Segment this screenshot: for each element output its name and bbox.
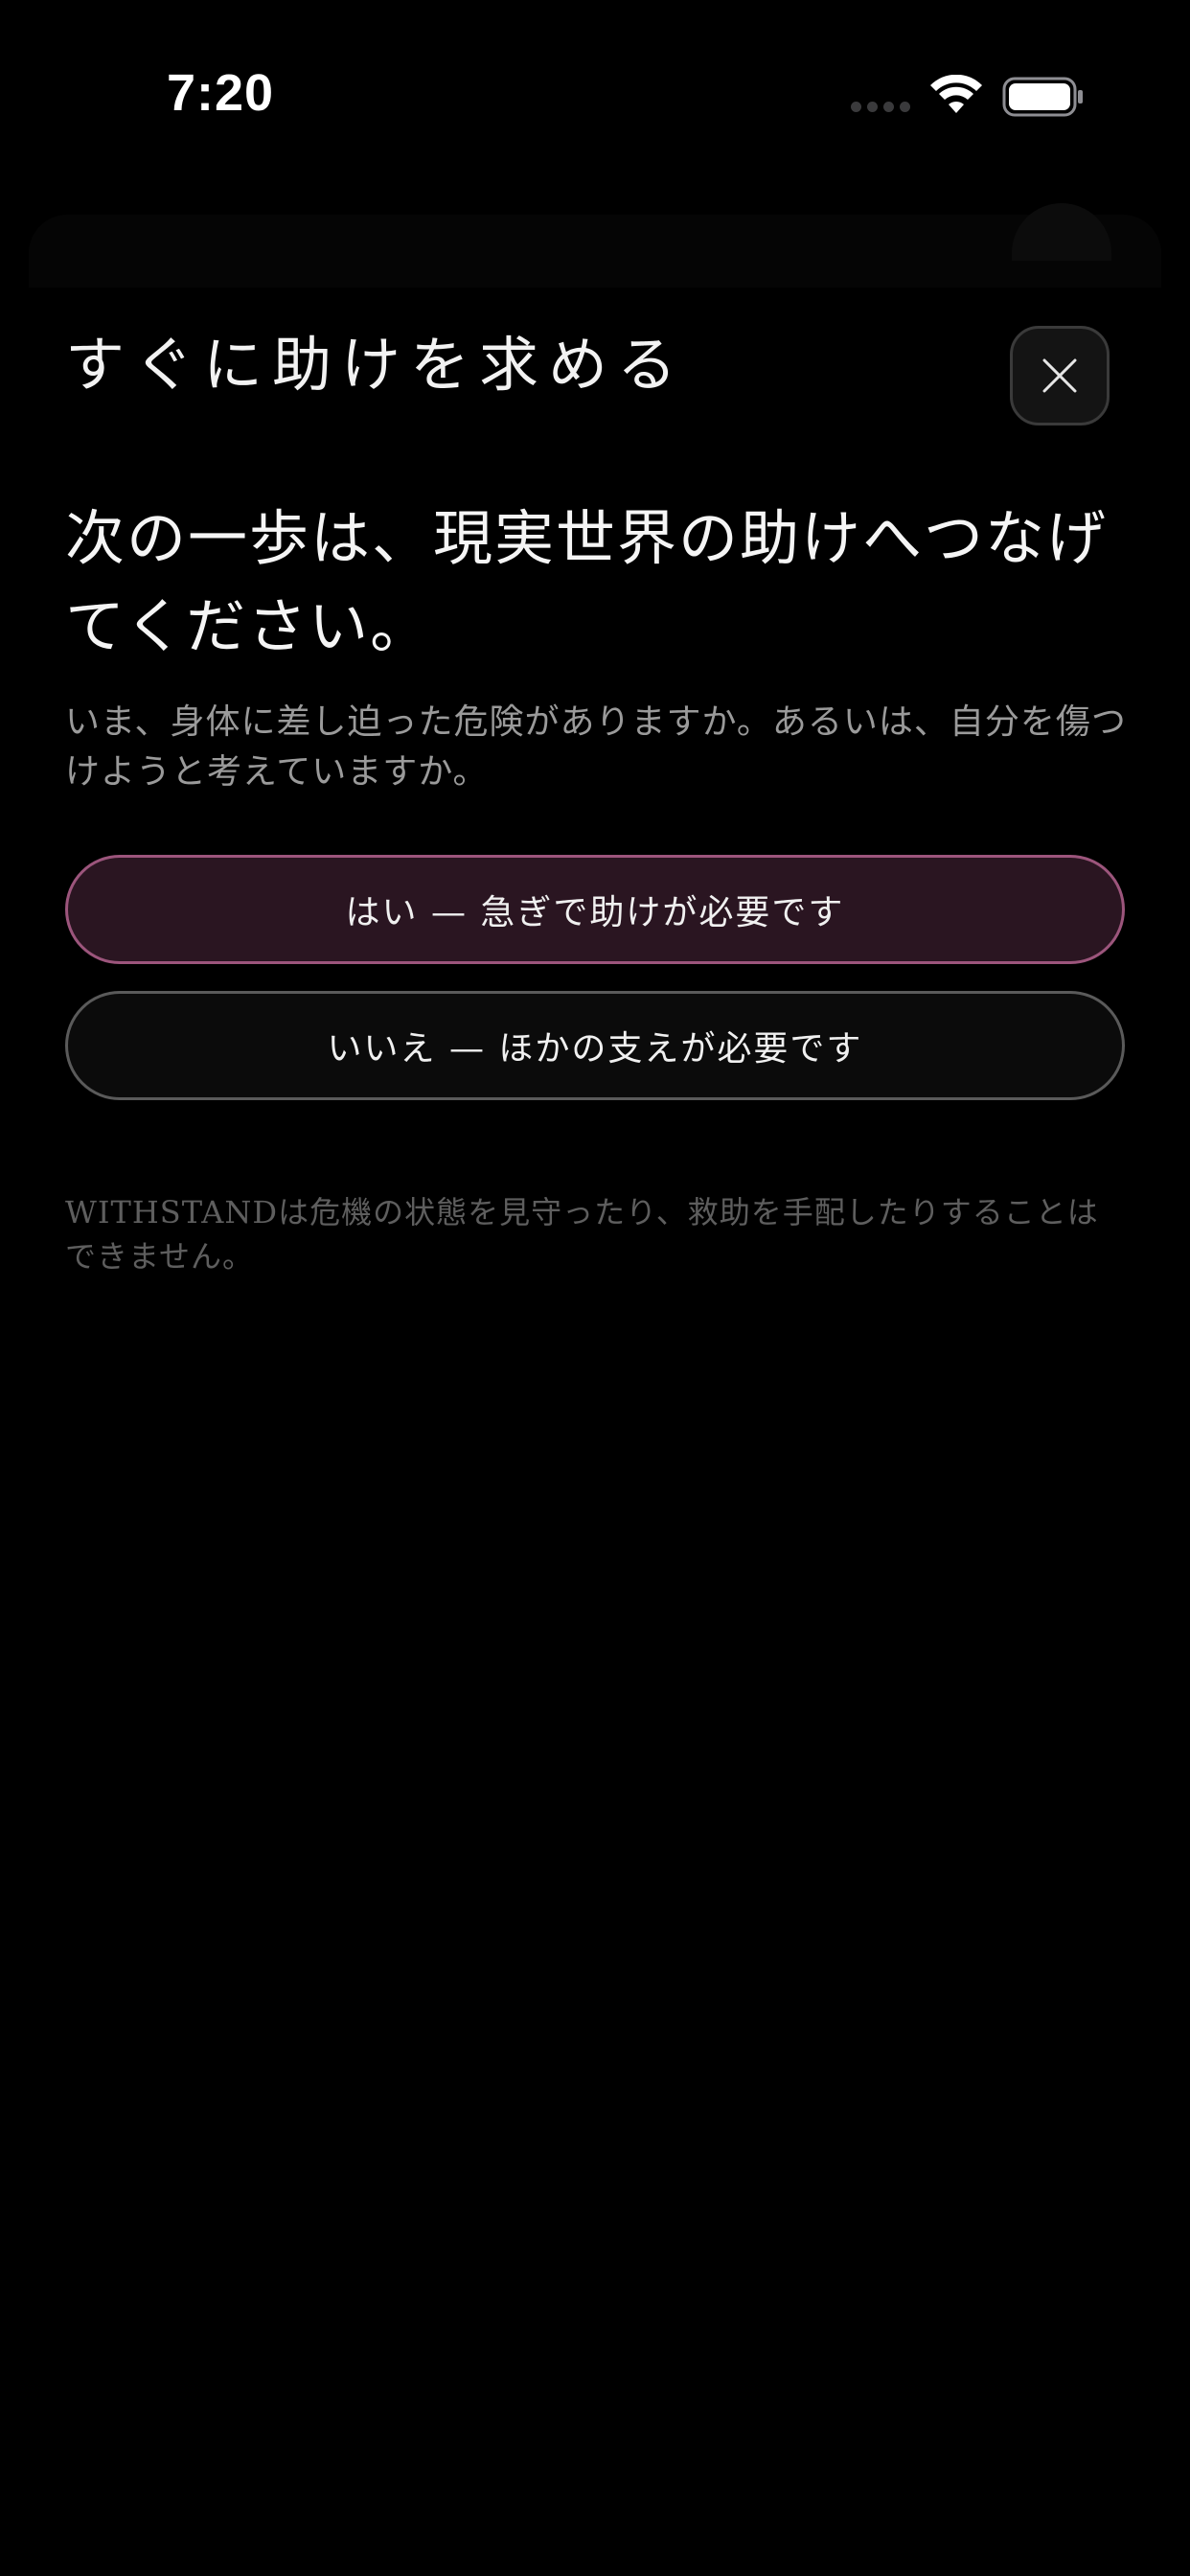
no-other-support-button[interactable]: いいえ — ほかの支えが必要です (65, 991, 1125, 1100)
status-bar: 7:20 (0, 0, 1190, 192)
yes-urgent-help-button[interactable]: はい — 急ぎで助けが必要です (65, 855, 1125, 964)
get-help-modal: すぐに助けを求める 次の一歩は、現実世界の助けへつなげてください。 いま、身体に… (0, 288, 1190, 2576)
headline: 次の一歩は、現実世界の助けへつなげてください。 (65, 503, 1109, 661)
danger-question: いま、身体に差し迫った危険がありますか。あるいは、自分を傷つけようと考えています… (65, 702, 1127, 792)
disclaimer-text: WITHSTANDは危機の状態を見守ったり、救助を手配したりすることはできません… (65, 1194, 1099, 1275)
background-sheet-button (1012, 203, 1111, 261)
battery-icon (1002, 77, 1083, 117)
status-time: 7:20 (167, 64, 275, 122)
wifi-icon (930, 75, 982, 113)
signal-dots-icon (851, 102, 910, 112)
close-button[interactable] (1010, 326, 1110, 426)
modal-title: すぐに助けを求める (65, 330, 687, 400)
close-icon (1042, 358, 1077, 393)
